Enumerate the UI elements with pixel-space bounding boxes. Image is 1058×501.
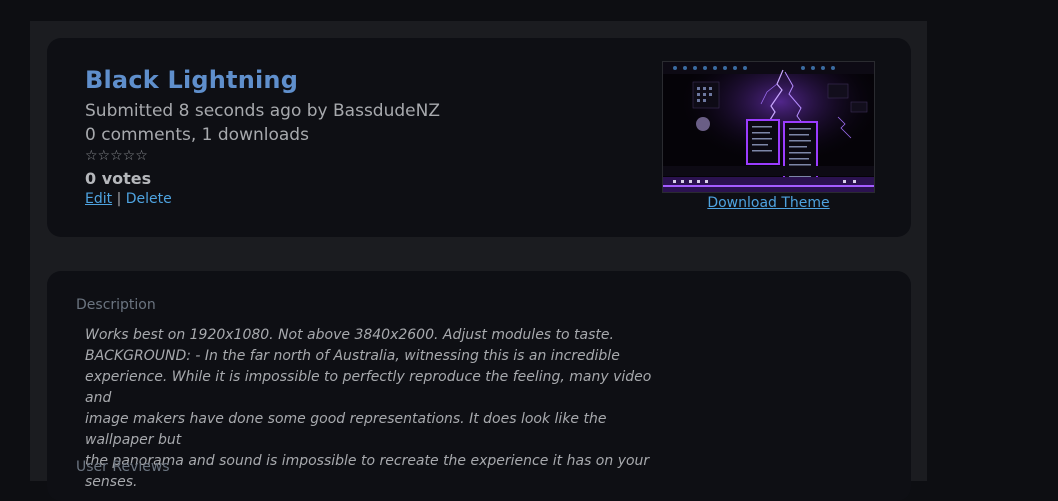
description-line: the panorama and sound is impossible to …: [85, 453, 650, 490]
description-line: image makers have done some good represe…: [85, 411, 607, 448]
theme-summary-card: Black Lightning Submitted 8 seconds ago …: [47, 38, 911, 237]
theme-preview-image[interactable]: [662, 61, 875, 193]
page-container: Black Lightning Submitted 8 seconds ago …: [30, 21, 927, 501]
votes-count: 0 votes: [85, 169, 152, 188]
theme-title[interactable]: Black Lightning: [85, 66, 298, 94]
description-line: BACKGROUND: - In the far north of Austra…: [85, 348, 620, 364]
star-rating[interactable]: ☆☆☆☆☆: [85, 148, 148, 164]
description-label: Description: [76, 297, 156, 313]
description-line: experience. While it is impossible to pe…: [85, 369, 652, 406]
delete-link[interactable]: Delete: [126, 191, 172, 207]
description-line: Works best on 1920x1080. Not above 3840x…: [85, 327, 614, 343]
description-text: Works best on 1920x1080. Not above 3840x…: [85, 325, 665, 493]
download-theme-link[interactable]: Download Theme: [662, 195, 875, 211]
theme-actions: Edit | Delete: [85, 191, 172, 207]
edit-link[interactable]: Edit: [85, 191, 112, 207]
preview-screenshot-graphic: [663, 62, 874, 192]
comments-downloads-count: 0 comments, 1 downloads: [85, 125, 309, 145]
submitted-info: Submitted 8 seconds ago by BassdudeNZ: [85, 101, 440, 121]
actions-separator: |: [116, 191, 122, 207]
description-card: Description Works best on 1920x1080. Not…: [47, 271, 911, 501]
